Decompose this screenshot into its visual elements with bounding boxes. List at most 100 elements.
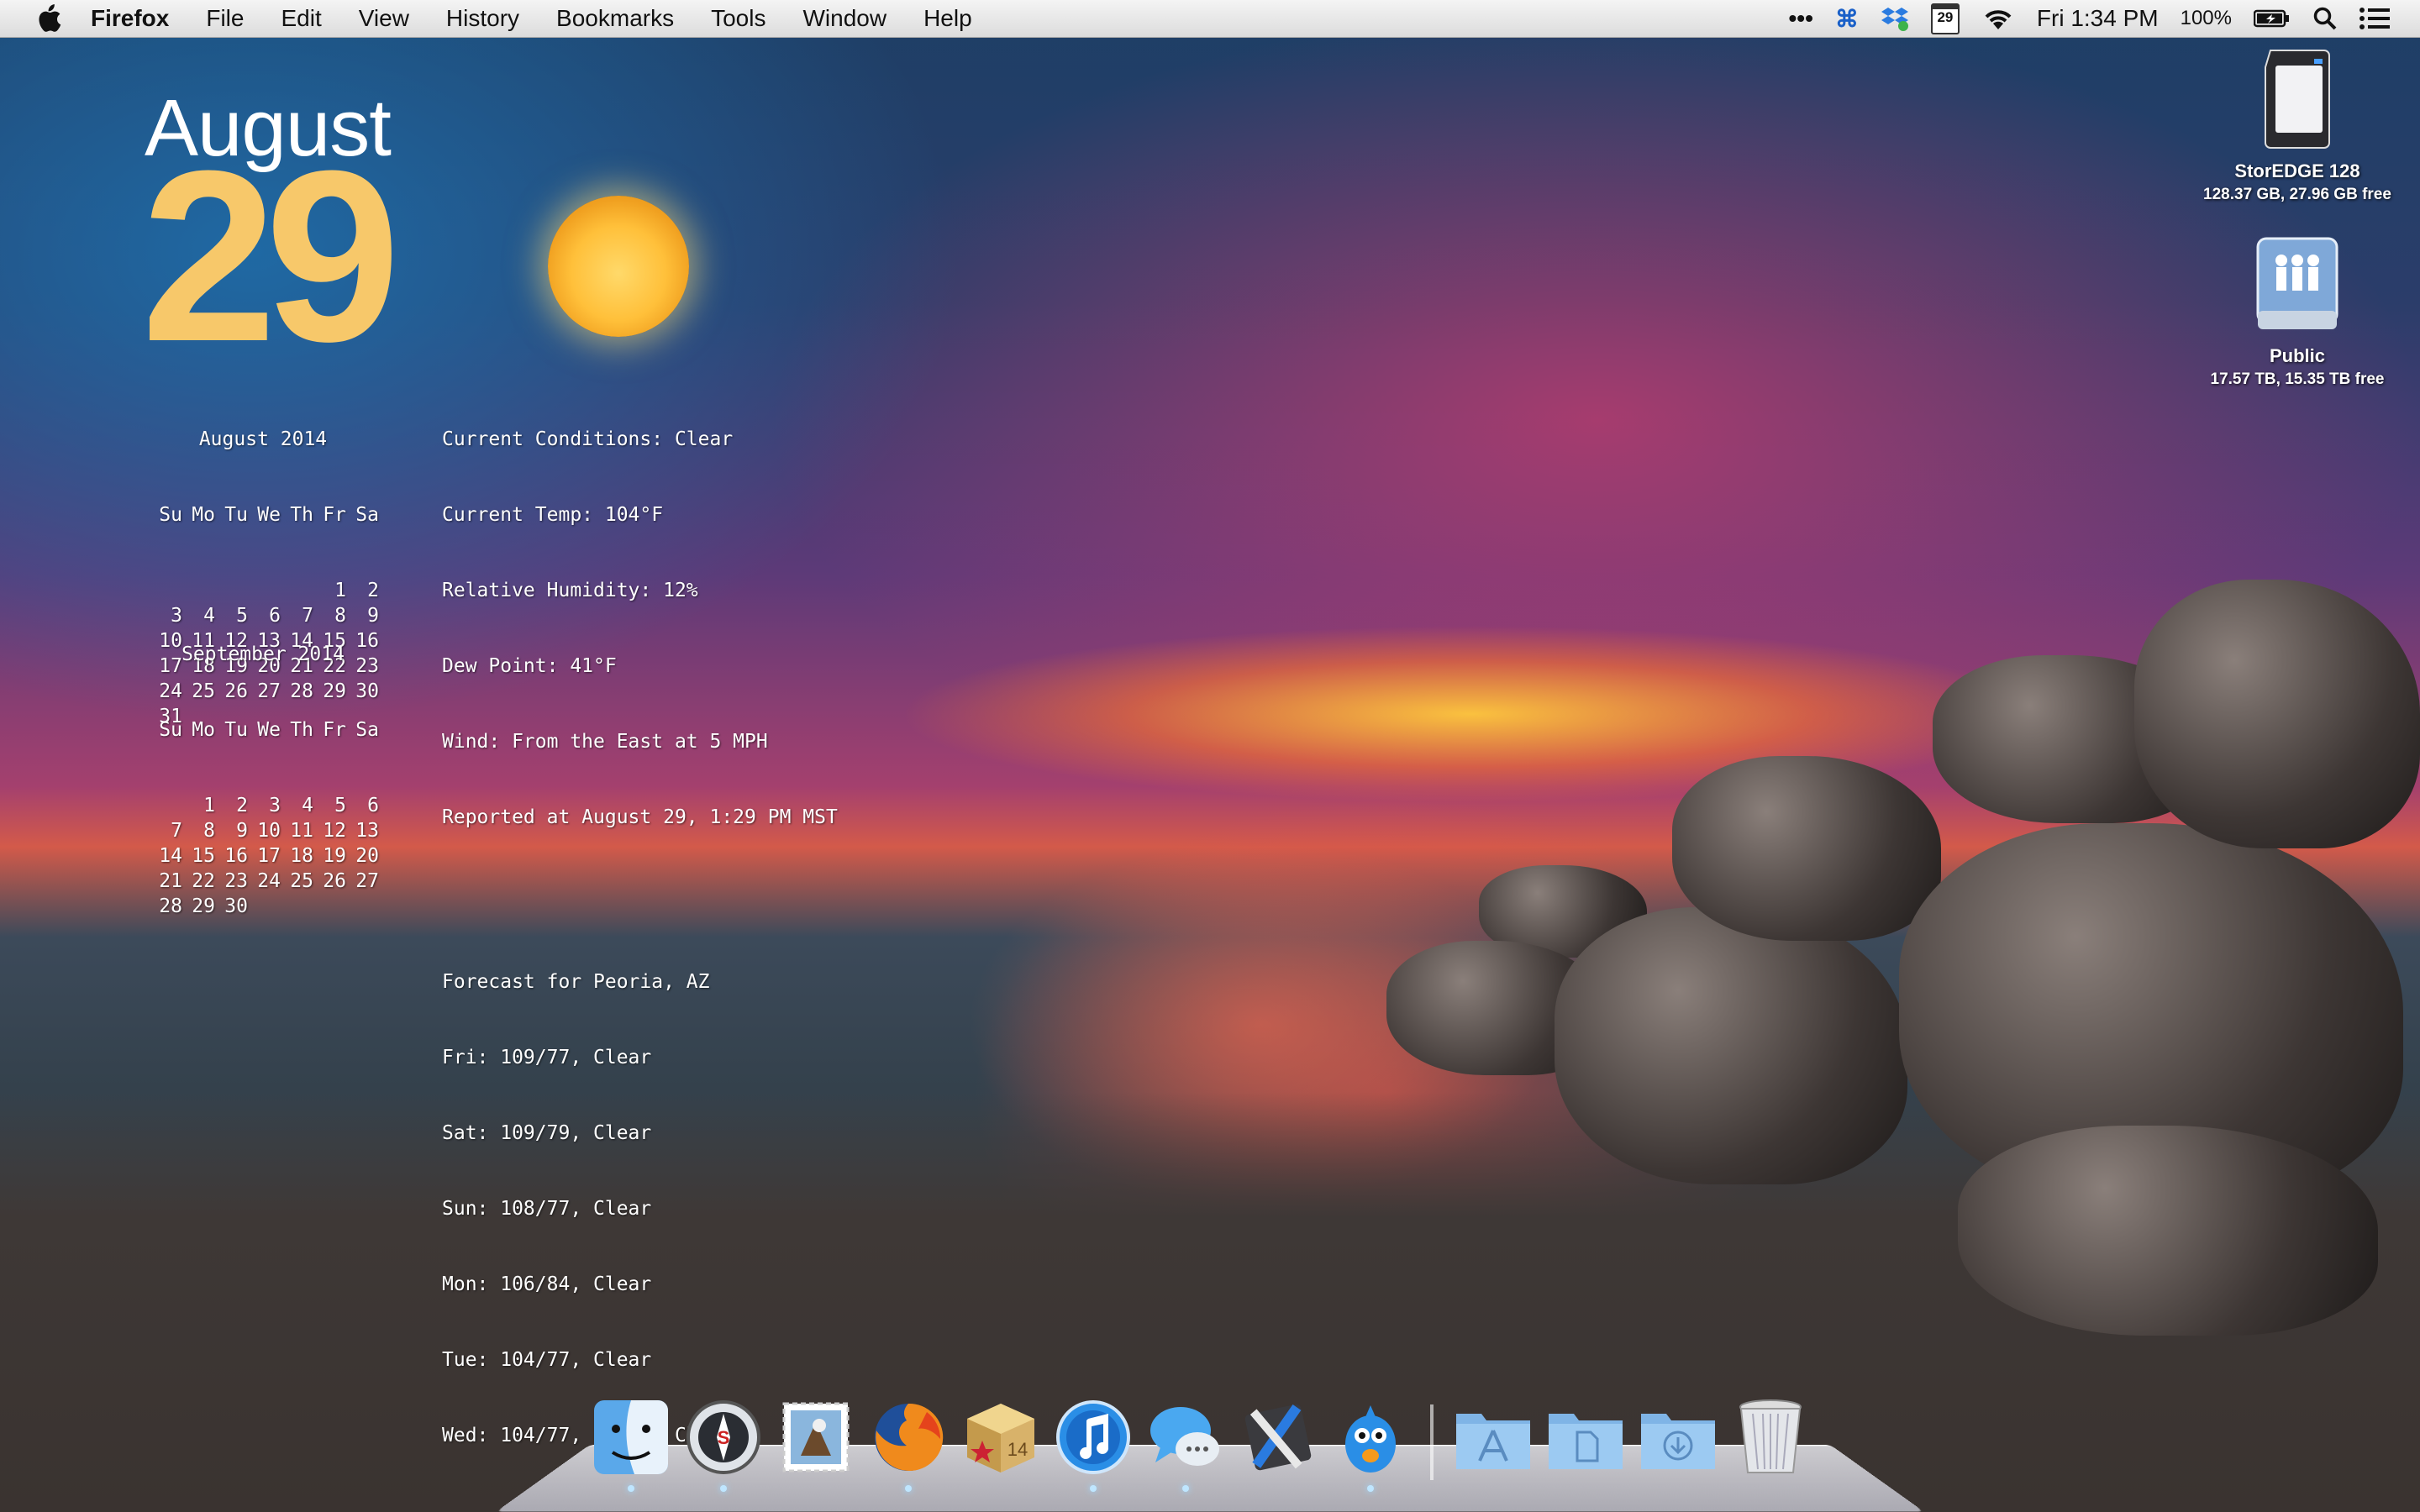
rock [1555,907,1907,1184]
dock-trash[interactable] [1728,1394,1813,1480]
menu-window[interactable]: Window [802,5,886,32]
package-badge-number: 14 [1007,1439,1028,1460]
command-icon[interactable]: ⌘ [1835,4,1859,33]
weekday: Su [150,717,182,743]
forecast-line: Mon: 106/84, Clear [442,1272,838,1297]
documents-folder-icon [1544,1397,1628,1478]
calendar-day: 30 [215,894,248,919]
calendar-week-row: 7 8 9 10 11 12 13 [150,818,379,843]
calendar-day: 18 [281,843,313,869]
dock-mail[interactable] [773,1394,859,1480]
running-indicator [1367,1485,1374,1492]
weather-sun-icon [548,196,689,337]
calendar-day: 22 [182,869,215,894]
notification-center-icon[interactable] [2360,4,2390,33]
running-indicator [720,1485,727,1492]
calendar-day: 17 [248,843,281,869]
weekday: Sa [346,502,379,528]
desktop-icon-storedge[interactable]: StorEDGE 128 128.37 GB, 27.96 GB free [2188,47,2407,204]
calendar-day: 2 [215,793,248,818]
calendar-september: September 2014 Su Mo Tu We Th Fr Sa 1234… [150,591,379,944]
menu-file[interactable]: File [206,5,244,32]
menu-edit[interactable]: Edit [281,5,321,32]
dock-itunes[interactable] [1050,1394,1136,1480]
weather-panel: Current Conditions: Clear Current Temp: … [442,376,838,1473]
weekday: We [248,502,281,528]
menu-view[interactable]: View [359,5,409,32]
calendar-weekdays: Su Mo Tu We Th Fr Sa [150,717,379,743]
battery-icon[interactable] [2254,4,2291,33]
weather-line: Wind: From the East at 5 MPH [442,729,838,754]
mail-stamp-icon [776,1397,856,1478]
menu-help[interactable]: Help [923,5,972,32]
weekday: We [248,717,281,743]
calendar-day: 5 [313,793,346,818]
weather-line: Relative Humidity: 12% [442,578,838,603]
dock-stack-downloads[interactable] [1635,1394,1721,1480]
calendar-day: 11 [281,818,313,843]
weekday: Tu [215,502,248,528]
calendar-week-row: 21 22 23 24 25 26 27 [150,869,379,894]
calendar-day: 23 [215,869,248,894]
dock-package-app[interactable]: 14 [958,1394,1044,1480]
desktop-icon-public[interactable]: Public 17.57 TB, 15.35 TB free [2188,235,2407,389]
calendar-day: 14 [150,843,182,869]
rock [2134,580,2420,848]
forecast-line: Sun: 108/77, Clear [442,1196,838,1221]
dock-stack-documents[interactable] [1543,1394,1628,1480]
dock-utilities[interactable] [1235,1394,1321,1480]
calendar-day [313,894,346,919]
calendar-title: August 2014 [150,427,376,452]
calendar-day: 8 [182,818,215,843]
tweetbot-icon [1330,1397,1411,1478]
finder-icon [591,1397,671,1478]
weekday: Mo [182,502,215,528]
clock-text[interactable]: Fri 1:34 PM [2037,4,2159,33]
weekday: Th [281,717,313,743]
calendar-day: 24 [248,869,281,894]
dropbox-icon[interactable] [1881,4,1909,33]
messages-icon [1145,1397,1226,1478]
forecast-line: Fri: 109/77, Clear [442,1045,838,1070]
menu-bar: Firefox File Edit View History Bookmarks… [0,0,2420,38]
dock-messages[interactable] [1143,1394,1228,1480]
dock-compass-app[interactable]: S [681,1394,766,1480]
package-icon: 14 [960,1397,1041,1478]
app-menu-firefox[interactable]: Firefox [91,5,169,32]
trash-icon [1733,1395,1808,1479]
running-indicator [1182,1485,1189,1492]
calendar-icon[interactable]: 29 [1931,4,1960,33]
dock-tweetbot[interactable] [1328,1394,1413,1480]
menu-bookmarks[interactable]: Bookmarks [556,5,674,32]
forecast-line: Tue: 104/77, Clear [442,1347,838,1373]
calendar-day [150,793,182,818]
forecast-line: Sat: 109/79, Clear [442,1121,838,1146]
itunes-icon [1053,1397,1134,1478]
wifi-icon[interactable] [1981,4,2015,33]
battery-percent[interactable]: 100% [2181,4,2232,33]
menu-history[interactable]: History [446,5,519,32]
rock [1958,1126,2378,1336]
weather-line: Reported at August 29, 1:29 PM MST [442,805,838,830]
dock-finder[interactable] [588,1394,674,1480]
calendar-weeks: 1 2 3 4 5 6 7 8 9 10 11 12 13 14 15 16 17 18 19 20 21 22 23 24 2… [150,793,379,919]
spotlight-search-icon[interactable] [2312,4,2338,33]
apple-menu-icon[interactable] [32,4,66,33]
weekday: Sa [346,717,379,743]
calendar-day: 28 [150,894,182,919]
calendar-day: 3 [248,793,281,818]
weekday: Fr [313,502,346,528]
weekday: Tu [215,717,248,743]
more-icon[interactable]: ••• [1788,4,1812,33]
calendar-day [281,894,313,919]
dock-stack-applications[interactable] [1450,1394,1536,1480]
dock-firefox[interactable] [865,1394,951,1480]
desktop-icon-name: Public [2188,345,2407,367]
running-indicator [628,1485,634,1492]
menu-tools[interactable]: Tools [711,5,765,32]
utilities-tools-icon [1238,1397,1318,1478]
calendar-day: 21 [150,869,182,894]
calendar-week-row: 123456 [150,793,379,818]
calendar-day: 9 [215,818,248,843]
calendar-day: 1 [182,793,215,818]
